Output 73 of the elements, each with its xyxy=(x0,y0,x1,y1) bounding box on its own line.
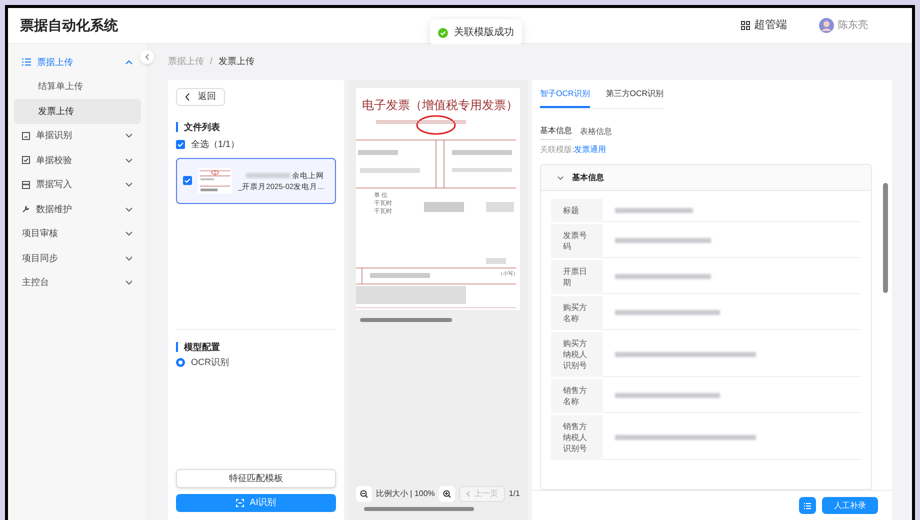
collapse-sidebar-button[interactable] xyxy=(140,50,154,64)
app-title: 票据自动化系统 xyxy=(20,16,118,35)
breadcrumb-separator: / xyxy=(210,55,213,68)
chevron-down-icon xyxy=(125,230,133,238)
chevron-down-icon xyxy=(125,156,133,164)
chevron-left-icon xyxy=(466,491,470,497)
blurred-text-drawing xyxy=(246,172,290,178)
field-label: 销售方名称 xyxy=(551,379,603,413)
field-label: 发票号码 xyxy=(551,224,603,258)
invoice-thumbnail xyxy=(198,166,232,194)
scan-icon xyxy=(236,499,244,507)
field-label: 购买方名称 xyxy=(551,296,603,330)
avatar-icon[interactable] xyxy=(819,18,834,33)
field-label: 标题 xyxy=(551,199,603,222)
field-label: 开票日期 xyxy=(551,260,603,294)
chevron-down-icon xyxy=(125,181,133,188)
template-link[interactable]: 发票通用 xyxy=(574,144,606,156)
list-icon xyxy=(22,58,31,66)
sidebar-item[interactable]: 数据维护 xyxy=(14,197,141,222)
zoom-in-icon xyxy=(442,490,451,498)
back-button[interactable]: 返回 xyxy=(176,88,225,106)
sidebar-item[interactable]: 主控台 xyxy=(14,270,141,295)
list-view-button[interactable] xyxy=(799,497,816,514)
chevron-down-icon xyxy=(125,254,133,262)
ocr-tab[interactable]: 智子OCR识别 xyxy=(540,80,590,108)
grid-icon xyxy=(741,21,750,30)
field-label: 销售方纳税人识别号 xyxy=(551,415,603,460)
sidebar-subitem[interactable]: 结算单上传 xyxy=(14,74,141,99)
zoom-out-button[interactable] xyxy=(356,486,372,502)
chevron-left-icon xyxy=(145,54,149,60)
info-tab[interactable]: 基本信息 xyxy=(540,125,572,140)
radio-label: OCR识别 xyxy=(191,356,229,368)
chevron-down-icon xyxy=(557,174,564,180)
ocr-tab[interactable]: 第三方OCR识别 xyxy=(606,80,664,108)
checkbox[interactable] xyxy=(183,176,192,185)
card-icon xyxy=(22,180,30,189)
section-header[interactable]: 基本信息 xyxy=(541,165,871,191)
field-label: 购买方纳税人识别号 xyxy=(551,332,603,377)
template-label: 关联模版: xyxy=(540,144,574,156)
zoom-in-button[interactable] xyxy=(438,486,455,502)
list-icon xyxy=(804,502,811,508)
sidebar-item[interactable]: 单据识别 xyxy=(14,124,141,148)
select-all-label: 全选（1/1） xyxy=(191,138,240,151)
radio-button[interactable] xyxy=(176,358,185,367)
role-switch-button[interactable]: 超管端 xyxy=(741,17,787,34)
sidebar-item[interactable]: 票据上传 xyxy=(14,50,141,74)
chevron-left-icon xyxy=(185,93,190,101)
seal-drawing xyxy=(416,115,456,135)
invoice-title: 电子发票（增值税专用发票） xyxy=(362,97,518,114)
chevron-down-icon xyxy=(125,132,133,140)
toast-message: 关联模版成功 xyxy=(454,26,514,40)
checkbox[interactable] xyxy=(176,140,185,150)
sidebar-item[interactable]: 票据写入 xyxy=(14,172,141,197)
section-heading: 模型配置 xyxy=(176,342,336,352)
chevron-down-icon xyxy=(125,206,133,213)
page-indicator: 1/1 xyxy=(508,488,520,500)
info-tab[interactable]: 表格信息 xyxy=(580,125,612,140)
section-heading: 文件列表 xyxy=(176,122,336,132)
success-check-icon xyxy=(438,28,448,38)
square-icon xyxy=(22,132,30,140)
breadcrumb-item: 发票上传 xyxy=(218,55,255,68)
user-name: 陈东亮 xyxy=(838,18,868,33)
wrench-icon xyxy=(22,205,30,214)
chevron-down-icon xyxy=(125,279,133,286)
sidebar-subitem[interactable]: 发票上传 xyxy=(14,99,141,124)
sidebar-item[interactable]: 单据校验 xyxy=(14,148,141,172)
chevron-up-icon xyxy=(125,58,133,66)
zoom-level: 比例大小 | 100% xyxy=(376,488,435,500)
zoom-out-icon xyxy=(360,490,368,498)
sidebar-item[interactable]: 项目审核 xyxy=(14,222,141,246)
checklist-icon xyxy=(22,156,30,164)
match-template-button[interactable]: 特征匹配模板 xyxy=(176,469,336,488)
sidebar-item[interactable]: 项目同步 xyxy=(14,246,141,270)
